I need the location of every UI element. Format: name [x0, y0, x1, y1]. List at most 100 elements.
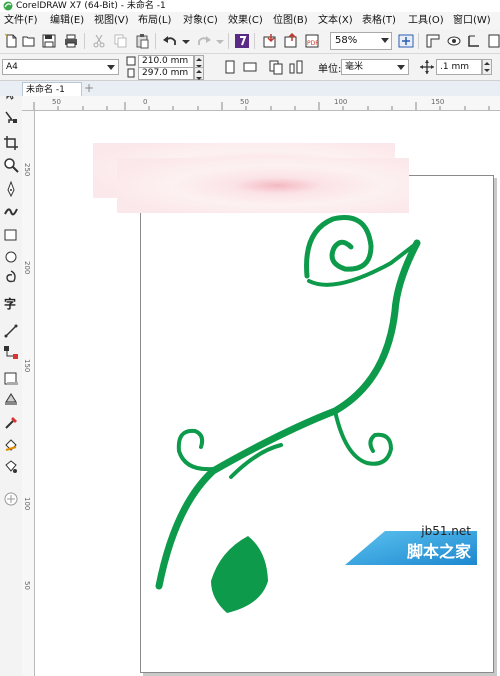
tab-untitled-1[interactable]: 未命名 -1 — [22, 82, 82, 97]
new-document-icon[interactable] — [3, 33, 19, 49]
copy-icon[interactable] — [112, 33, 128, 49]
tab-label: 未命名 -1 — [26, 85, 65, 95]
ruler-ticks — [33, 102, 490, 110]
nudge-distance-stepper[interactable] — [482, 59, 492, 75]
export-icon[interactable] — [283, 33, 299, 49]
separator — [418, 33, 419, 49]
show-rulers-icon[interactable] — [425, 33, 441, 49]
menu-text[interactable]: 文本(X) — [318, 12, 353, 29]
shape-tool-icon[interactable] — [3, 109, 19, 125]
freehand-tool-icon[interactable] — [3, 181, 19, 197]
text-tool-icon[interactable]: 字 — [3, 295, 19, 311]
menu-bitmaps[interactable]: 位图(B) — [273, 12, 308, 29]
undo-dropdown-icon[interactable] — [178, 33, 194, 49]
ruler-label: 0 — [143, 98, 148, 106]
drop-shadow-tool-icon[interactable] — [3, 371, 19, 387]
color-eyedropper-tool-icon[interactable] — [3, 415, 19, 431]
watermark: jb51.net 脚本之家 — [345, 524, 477, 565]
interactive-fill-tool-icon[interactable] — [3, 437, 19, 453]
separator — [254, 33, 255, 49]
units-select[interactable]: 毫米 — [341, 59, 409, 75]
artistic-media-tool-icon[interactable] — [3, 203, 19, 219]
nudge-distance-value: .1 mm — [440, 62, 469, 72]
menu-table[interactable]: 表格(T) — [362, 12, 396, 29]
coreldraw-logo-icon — [3, 1, 13, 11]
polygon-tool-icon[interactable] — [3, 269, 19, 285]
transparency-tool-icon[interactable] — [3, 391, 19, 407]
all-pages-icon[interactable] — [268, 59, 284, 75]
landscape-icon[interactable] — [242, 59, 258, 75]
menu-window[interactable]: 窗口(W) — [453, 12, 491, 29]
print-icon[interactable] — [63, 33, 79, 49]
vine-leaf — [211, 536, 268, 613]
separator — [155, 33, 156, 49]
chevron-down-icon — [397, 65, 405, 70]
drawing-canvas[interactable] — [35, 111, 500, 676]
svg-text:字: 字 — [4, 296, 16, 311]
menu-tools[interactable]: 工具(O) — [408, 12, 444, 29]
smart-fill-tool-icon[interactable] — [3, 459, 19, 475]
ruler-label: 200 — [23, 261, 31, 275]
search-content-icon[interactable] — [234, 33, 250, 49]
menu-object[interactable]: 对象(C) — [183, 12, 218, 29]
nudge-distance-icon — [419, 59, 435, 75]
page-height-field[interactable]: 297.0 mm — [138, 67, 194, 80]
ruler-label: 150 — [431, 98, 445, 106]
ruler-label: 250 — [23, 163, 31, 177]
page-width-icon — [126, 56, 136, 66]
import-icon[interactable] — [262, 33, 278, 49]
zoom-level-select[interactable]: 58% — [330, 32, 392, 50]
add-tool-icon[interactable] — [3, 491, 19, 507]
menu-effects[interactable]: 效果(C) — [228, 12, 263, 29]
zoom-tool-icon[interactable] — [3, 157, 19, 173]
connector-tool-icon[interactable] — [3, 345, 19, 361]
nudge-distance-field[interactable]: .1 mm — [436, 59, 482, 75]
title-bar: CorelDRAW X7 (64-Bit) - 未命名 -1 — [0, 0, 500, 12]
ruler-label: 100 — [23, 497, 31, 511]
ellipse-tool-icon[interactable] — [3, 249, 19, 265]
vertical-ruler: 250 200 150 100 50 — [22, 111, 35, 676]
watermark-site: jb51.net — [421, 524, 471, 538]
paper-size-select[interactable]: A4 — [2, 59, 119, 75]
units-value: 毫米 — [345, 62, 364, 72]
ruler-label: 50 — [52, 98, 61, 106]
horizontal-ruler: 50 0 50 100 150 — [22, 96, 500, 111]
show-grid-icon[interactable] — [446, 33, 462, 49]
document-tab-bar: 未命名 -1 + — [0, 81, 500, 97]
current-page-icon[interactable] — [288, 59, 304, 75]
svg-text:PDF: PDF — [307, 40, 319, 47]
redo-icon[interactable] — [196, 33, 212, 49]
toolbox: 字 — [0, 81, 23, 676]
page-width-value: 210.0 mm — [142, 56, 189, 66]
ruler-label: 50 — [240, 98, 249, 106]
menu-layout[interactable]: 布局(L) — [138, 12, 171, 29]
watermark-name: 脚本之家 — [406, 542, 471, 561]
window-title: CorelDRAW X7 (64-Bit) - 未命名 -1 — [16, 1, 166, 11]
redo-dropdown-icon[interactable] — [212, 33, 228, 49]
cut-icon[interactable] — [91, 33, 107, 49]
rectangle-tool-icon[interactable] — [3, 227, 19, 243]
parallel-dimension-tool-icon[interactable] — [3, 323, 19, 339]
menu-edit[interactable]: 编辑(E) — [50, 12, 84, 29]
menu-view[interactable]: 视图(V) — [94, 12, 129, 29]
menu-file[interactable]: 文件(F) — [4, 12, 38, 29]
paper-size-value: A4 — [6, 62, 18, 72]
add-tab-icon[interactable]: + — [83, 82, 95, 95]
standard-toolbar: PDF 58% — [0, 29, 500, 54]
snap-to-icon[interactable] — [466, 33, 482, 49]
publish-pdf-icon[interactable]: PDF — [304, 33, 320, 49]
crop-tool-icon[interactable] — [3, 135, 19, 151]
more-options-icon[interactable] — [486, 33, 500, 49]
ruler-label: 50 — [23, 581, 31, 590]
open-folder-icon[interactable] — [21, 33, 37, 49]
property-bar: A4 210.0 mm 297.0 mm 单位: 毫米 .1 mm — [0, 54, 500, 81]
page-height-stepper[interactable] — [194, 67, 204, 80]
menu-bar: 文件(F) 编辑(E) 视图(V) 布局(L) 对象(C) 效果(C) 位图(B… — [0, 12, 500, 30]
undo-icon[interactable] — [162, 33, 178, 49]
page-height-icon — [126, 68, 136, 78]
portrait-icon[interactable] — [222, 59, 238, 75]
full-screen-preview-icon[interactable] — [398, 33, 414, 49]
paste-icon[interactable] — [134, 33, 150, 49]
vine-artwork[interactable] — [35, 111, 500, 676]
save-icon[interactable] — [41, 33, 57, 49]
